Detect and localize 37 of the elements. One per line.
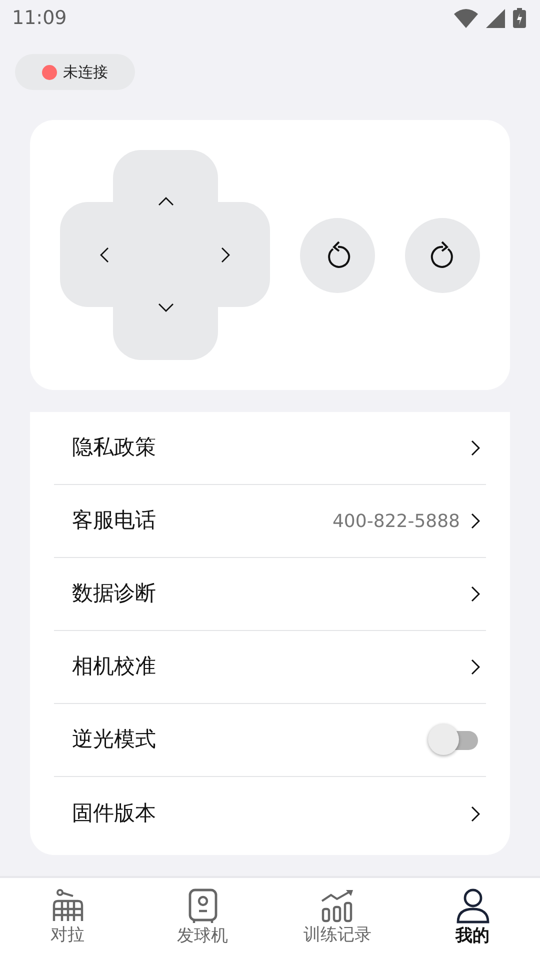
chevron-up-icon [158, 197, 174, 207]
settings-row[interactable]: 相机校准 [54, 631, 486, 704]
chevron-right-icon [220, 247, 230, 263]
tab-button[interactable]: 训练记录 [270, 878, 405, 960]
settings-row[interactable]: 固件版本 [54, 777, 486, 850]
chevron-right-icon [470, 806, 480, 822]
settings-row[interactable]: 隐私政策 [54, 412, 486, 485]
settings-row[interactable]: 数据诊断 [54, 558, 486, 631]
chevron-right-icon [470, 513, 480, 529]
chevron-left-icon [100, 247, 110, 263]
chevron-down-icon [158, 302, 174, 312]
status-label: 未连接 [63, 62, 108, 83]
rotate-right-icon [430, 241, 456, 269]
ball-machine-icon [188, 888, 218, 924]
court-icon [50, 889, 84, 924]
chevron-right-icon [470, 586, 480, 602]
settings-label: 客服电话 [72, 507, 157, 534]
settings-label: 数据诊断 [72, 580, 157, 608]
settings-row[interactable]: 逆光模式 [54, 704, 486, 777]
connection-status[interactable]: 未连接 [15, 54, 135, 90]
settings-label: 相机校准 [72, 653, 157, 680]
settings-label: 隐私政策 [72, 434, 157, 462]
tab-button[interactable]: 我的 [405, 878, 540, 960]
status-time: 11:09 [12, 6, 67, 31]
tab-button[interactable]: 对拉 [0, 878, 135, 960]
settings-row[interactable]: 客服电话 400-822-5888 [54, 485, 486, 558]
settings-value: 400-822-5888 [332, 510, 460, 534]
settings-label: 固件版本 [72, 800, 157, 827]
signal-icon [486, 8, 505, 28]
battery-icon [513, 8, 526, 28]
bar-chart-trend-icon [320, 889, 354, 924]
chevron-right-icon [470, 440, 480, 456]
person-icon [454, 888, 490, 924]
wifi-icon [454, 8, 478, 28]
tab-button[interactable]: 发球机 [135, 878, 270, 960]
chevron-right-icon [470, 659, 480, 675]
settings-label: 逆光模式 [72, 726, 157, 754]
